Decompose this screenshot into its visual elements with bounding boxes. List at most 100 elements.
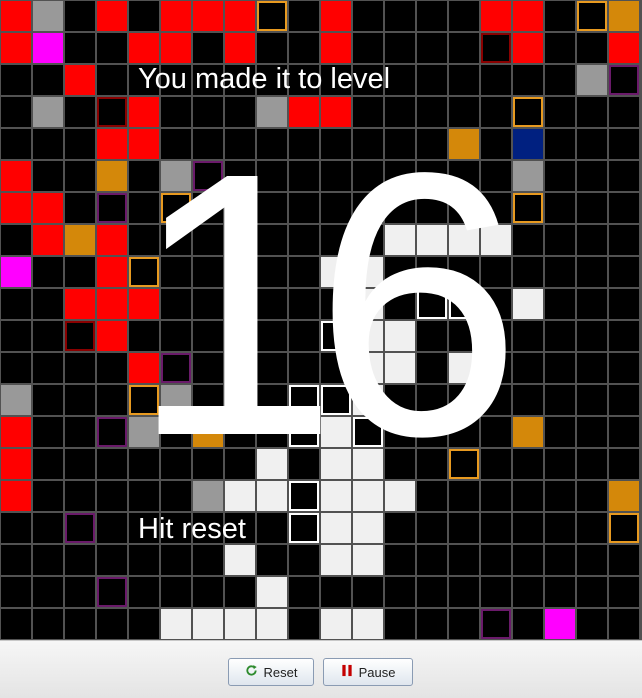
- grid-cell: [33, 417, 63, 447]
- grid-cell: [65, 257, 95, 287]
- grid-cell: [65, 449, 95, 479]
- grid-cell: [321, 545, 351, 575]
- grid-cell: [449, 33, 479, 63]
- grid-cell: [513, 97, 543, 127]
- grid-cell: [545, 289, 575, 319]
- grid-cell: [545, 609, 575, 639]
- grid-cell: [33, 609, 63, 639]
- grid-cell: [65, 33, 95, 63]
- grid-cell: [577, 577, 607, 607]
- grid-cell: [33, 129, 63, 159]
- pause-button[interactable]: Pause: [323, 658, 413, 686]
- grid-cell: [609, 257, 639, 287]
- grid-cell: [481, 33, 511, 63]
- grid-cell: [385, 609, 415, 639]
- grid-cell: [353, 513, 383, 543]
- grid-cell: [225, 545, 255, 575]
- grid-cell: [609, 449, 639, 479]
- grid-cell: [545, 1, 575, 31]
- grid-cell: [481, 65, 511, 95]
- grid-cell: [609, 321, 639, 351]
- grid-cell: [513, 481, 543, 511]
- grid-cell: [545, 577, 575, 607]
- grid-cell: [193, 1, 223, 31]
- grid-cell: [545, 33, 575, 63]
- grid-cell: [193, 609, 223, 639]
- grid-cell: [1, 577, 31, 607]
- grid-cell: [161, 577, 191, 607]
- grid-cell: [1, 161, 31, 191]
- grid-cell: [97, 289, 127, 319]
- grid-cell: [97, 385, 127, 415]
- grid-cell: [1, 129, 31, 159]
- grid-cell: [609, 1, 639, 31]
- grid-cell: [545, 545, 575, 575]
- grid-cell: [577, 1, 607, 31]
- grid-cell: [33, 545, 63, 575]
- grid-cell: [1, 33, 31, 63]
- grid-cell: [545, 321, 575, 351]
- grid-cell: [1, 321, 31, 351]
- grid-cell: [545, 513, 575, 543]
- grid-cell: [545, 417, 575, 447]
- reset-label: Reset: [263, 664, 298, 680]
- grid-cell: [449, 65, 479, 95]
- grid-cell: [1, 193, 31, 223]
- grid-cell: [545, 161, 575, 191]
- grid-cell: [577, 321, 607, 351]
- grid-cell: [577, 545, 607, 575]
- grid-cell: [1, 385, 31, 415]
- grid-cell: [33, 257, 63, 287]
- grid-cell: [545, 257, 575, 287]
- grid-cell: [609, 65, 639, 95]
- grid-cell: [577, 289, 607, 319]
- grid-cell: [193, 33, 223, 63]
- grid-cell: [481, 577, 511, 607]
- grid-cell: [481, 513, 511, 543]
- grid-cell: [33, 353, 63, 383]
- grid-cell: [97, 513, 127, 543]
- grid-cell: [97, 97, 127, 127]
- grid-cell: [449, 1, 479, 31]
- grid-cell: [97, 481, 127, 511]
- grid-cell: [353, 33, 383, 63]
- grid-cell: [65, 385, 95, 415]
- grid-cell: [97, 577, 127, 607]
- grid-cell: [577, 257, 607, 287]
- grid-cell: [257, 513, 287, 543]
- grid-cell: [97, 33, 127, 63]
- grid-cell: [1, 513, 31, 543]
- grid-cell: [129, 33, 159, 63]
- grid-cell: [97, 129, 127, 159]
- control-bar: Reset Pause: [0, 640, 642, 698]
- grid-cell: [577, 513, 607, 543]
- reset-button[interactable]: Reset: [228, 658, 314, 686]
- grid-cell: [513, 353, 543, 383]
- grid-cell: [545, 65, 575, 95]
- grid-cell: [513, 577, 543, 607]
- grid-cell: [481, 545, 511, 575]
- grid-cell: [65, 97, 95, 127]
- grid-cell: [609, 289, 639, 319]
- grid-cell: [161, 1, 191, 31]
- grid-cell: [417, 1, 447, 31]
- grid-cell: [577, 225, 607, 255]
- grid-cell: [97, 417, 127, 447]
- grid-cell: [609, 353, 639, 383]
- grid-cell: [609, 193, 639, 223]
- grid-cell: [545, 193, 575, 223]
- grid-cell: [33, 577, 63, 607]
- level-message: You made it to level: [138, 63, 391, 95]
- grid-cell: [577, 193, 607, 223]
- grid-cell: [97, 161, 127, 191]
- grid-cell: [1, 65, 31, 95]
- grid-cell: [449, 513, 479, 543]
- grid-cell: [1, 1, 31, 31]
- grid-cell: [65, 161, 95, 191]
- grid-cell: [257, 577, 287, 607]
- grid-cell: [33, 449, 63, 479]
- grid-cell: [97, 225, 127, 255]
- grid-cell: [33, 385, 63, 415]
- grid-cell: [609, 417, 639, 447]
- grid-cell: [513, 225, 543, 255]
